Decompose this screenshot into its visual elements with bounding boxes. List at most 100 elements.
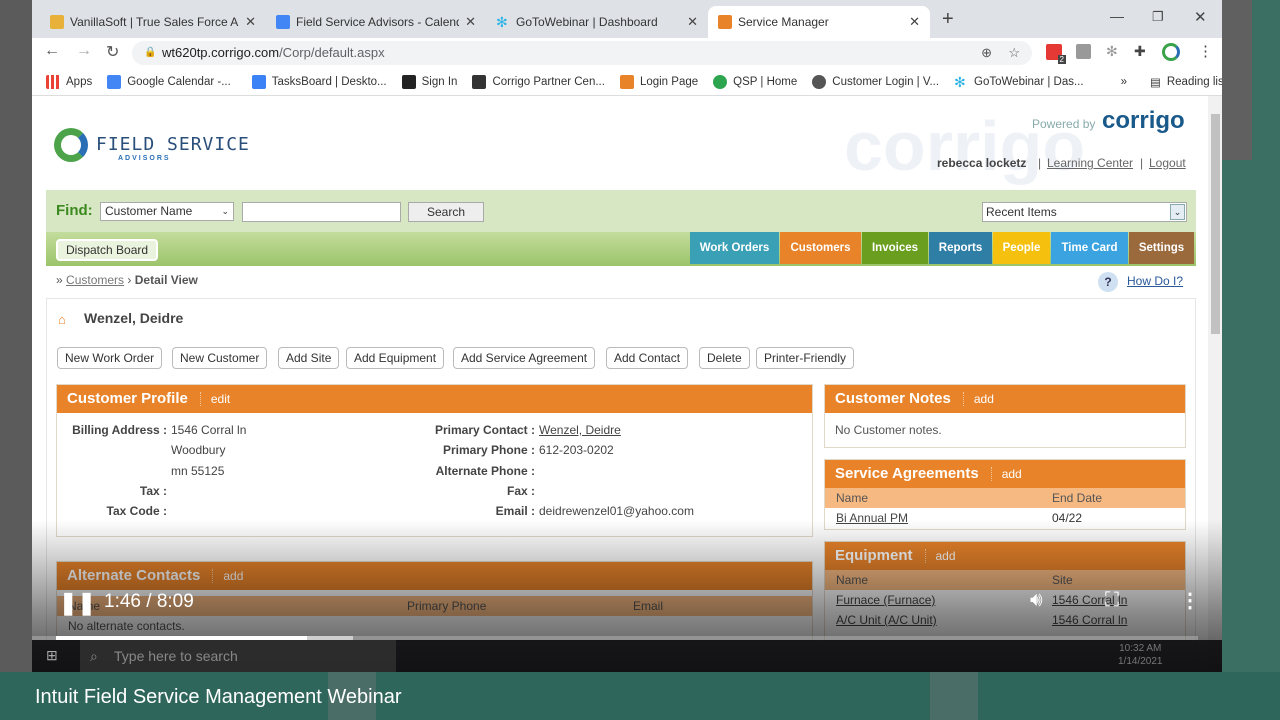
delete-button[interactable]: Delete [699, 347, 750, 369]
nav-tab-invoices[interactable]: Invoices [862, 232, 928, 264]
page-scrollbar[interactable] [1208, 96, 1222, 672]
logo-icon [54, 128, 88, 162]
bookmarks-bar: Apps Google Calendar -... TasksBoard | D… [32, 68, 1222, 96]
bookmark[interactable]: Login Page [619, 74, 698, 89]
browser-tab-active[interactable]: Service Manager ✕ [708, 6, 930, 38]
user-name: rebecca locketz [937, 156, 1027, 170]
equipment-panel: Equipment add Name Site Furnace (Furnace) 1… [824, 541, 1186, 641]
reload-button[interactable]: ↻ [106, 42, 119, 62]
powered-by: Powered by [1032, 117, 1096, 131]
bookmark[interactable]: TasksBoard | Deskto... [251, 74, 387, 89]
new-work-order-button[interactable]: New Work Order [57, 347, 163, 369]
customer-name-heading: Wenzel, Deidre [84, 310, 184, 326]
customer-notes-panel: Customer Notes add No Customer notes. [824, 384, 1186, 448]
login-page-icon [619, 74, 634, 89]
bookmark[interactable]: Google Calendar -... [107, 74, 231, 89]
browser-tab[interactable]: VanillaSoft | True Sales Force Aut ✕ [40, 6, 266, 38]
help-icon[interactable]: ? [1098, 272, 1118, 292]
close-icon[interactable]: ✕ [909, 14, 920, 30]
recent-items-select[interactable]: Recent Items ⌄ [982, 202, 1187, 222]
logout-link[interactable]: Logout [1149, 156, 1186, 170]
tab-bar: VanillaSoft | True Sales Force Aut ✕ Fiel… [32, 0, 1222, 38]
breadcrumb-customers-link[interactable]: Customers [66, 273, 124, 287]
close-icon[interactable]: ✕ [465, 14, 476, 30]
find-label: Find: [56, 202, 93, 219]
brand-logo: corrigo [1102, 107, 1185, 134]
service-manager-icon [718, 15, 732, 29]
add-contact-button[interactable]: Add Contact [606, 347, 689, 369]
chevron-down-icon: ⌄ [1170, 204, 1185, 220]
url-input[interactable]: 🔒 wt620tp.corrigo.com/Corp/default.aspx ⊕… [132, 41, 1032, 65]
video-background [1222, 0, 1252, 160]
chevron-down-icon: ⌄ [221, 206, 229, 216]
calendar-icon [276, 15, 290, 29]
calendar-icon [107, 74, 122, 89]
tasksboard-icon [251, 74, 266, 89]
browser-tab[interactable]: ✻ GoToWebinar | Dashboard ✕ [486, 6, 708, 38]
profile-avatar[interactable] [1162, 43, 1180, 61]
add-note-link[interactable]: add [962, 392, 994, 406]
find-type-select[interactable]: Customer Name ⌄ [100, 202, 234, 221]
nav-tab-work-orders[interactable]: Work Orders [690, 232, 779, 264]
dispatch-board-button[interactable]: Dispatch Board [56, 239, 159, 261]
service-agreements-panel: Service Agreements add Name End Date Bi An… [824, 459, 1186, 530]
page-content: FIELD SERVICE ADVISORS corrigo Powered b… [32, 96, 1208, 672]
restore-button[interactable]: ❐ [1152, 9, 1164, 25]
more-bookmarks-button[interactable]: » [1121, 76, 1127, 88]
nav-tab-customers[interactable]: Customers [780, 232, 861, 264]
close-icon[interactable]: ✕ [687, 14, 698, 30]
logo-subtext: ADVISORS [118, 155, 171, 162]
add-agreement-link[interactable]: add [990, 467, 1022, 481]
learning-center-link[interactable]: Learning Center [1047, 156, 1133, 170]
video-background [0, 0, 32, 672]
logo-text: FIELD SERVICE [96, 134, 250, 155]
home-icon: ⌂ [58, 312, 66, 327]
how-do-i-link[interactable]: How Do I? [1127, 274, 1183, 288]
bookmark[interactable]: Sign In [401, 74, 457, 89]
find-input[interactable] [242, 202, 401, 222]
add-service-agreement-button[interactable]: Add Service Agreement [453, 347, 596, 369]
add-contact-link[interactable]: add [212, 569, 244, 583]
customer-profile-panel: Customer Profile edit Billing Address : 1… [56, 384, 813, 537]
back-button[interactable]: ← [44, 42, 60, 60]
primary-contact-link[interactable]: Wenzel, Deidre [539, 423, 621, 437]
nav-tab-settings[interactable]: Settings [1129, 232, 1194, 264]
close-window-button[interactable]: ✕ [1194, 8, 1207, 26]
bookmark[interactable]: Corrigo Partner Cen... [472, 74, 605, 89]
minimize-button[interactable]: — [1110, 8, 1124, 24]
apps-grid-icon [46, 74, 60, 89]
reading-list-icon: ▤ [1149, 76, 1161, 89]
add-site-button[interactable]: Add Site [278, 347, 340, 369]
reading-list-button[interactable]: ▤ Reading list [1150, 75, 1222, 89]
extension-icon[interactable]: 2 [1046, 44, 1066, 64]
bookmark[interactable]: ✻ GoToWebinar | Das... [954, 75, 1084, 89]
grammarly-extension-icon[interactable] [1076, 44, 1091, 59]
more-options-icon[interactable]: ⋮ [1180, 588, 1200, 613]
new-tab-button[interactable]: + [942, 8, 954, 31]
add-equipment-link[interactable]: add [924, 549, 956, 563]
bookmark[interactable]: Customer Login | V... [812, 74, 939, 89]
zoom-icon[interactable]: ⊕ [981, 41, 992, 65]
new-customer-button[interactable]: New Customer [172, 347, 268, 369]
menu-kebab-icon[interactable]: ⋮ [1198, 42, 1213, 60]
snowflake-extension-icon[interactable]: ✻ [1106, 43, 1118, 60]
bookmark-star-icon[interactable]: ☆ [1008, 41, 1020, 65]
vanillasoft-icon [50, 15, 64, 29]
close-icon[interactable]: ✕ [245, 14, 256, 30]
alternate-contacts-panel: Alternate Contacts add Name Primary Phone E… [56, 561, 813, 641]
search-button[interactable]: Search [408, 202, 484, 222]
forward-button[interactable]: → [76, 42, 92, 60]
printer-friendly-button[interactable]: Printer-Friendly [756, 347, 855, 369]
nav-tab-reports[interactable]: Reports [929, 232, 992, 264]
gotowebinar-icon: ✻ [496, 14, 508, 30]
bookmark[interactable]: QSP | Home [713, 74, 797, 89]
nav-tab-time-card[interactable]: Time Card [1051, 232, 1128, 264]
nav-tab-people[interactable]: People [993, 232, 1050, 264]
gotowebinar-icon: ✻ [954, 73, 966, 90]
browser-tab[interactable]: Field Service Advisors - Calendar ✕ [266, 6, 486, 38]
edit-profile-link[interactable]: edit [199, 392, 231, 406]
find-bar: Find: Customer Name ⌄ Search Recent Items… [46, 190, 1196, 232]
bookmark[interactable]: Apps [46, 74, 92, 89]
add-equipment-button[interactable]: Add Equipment [346, 347, 445, 369]
extensions-puzzle-icon[interactable]: ✚ [1134, 43, 1146, 60]
